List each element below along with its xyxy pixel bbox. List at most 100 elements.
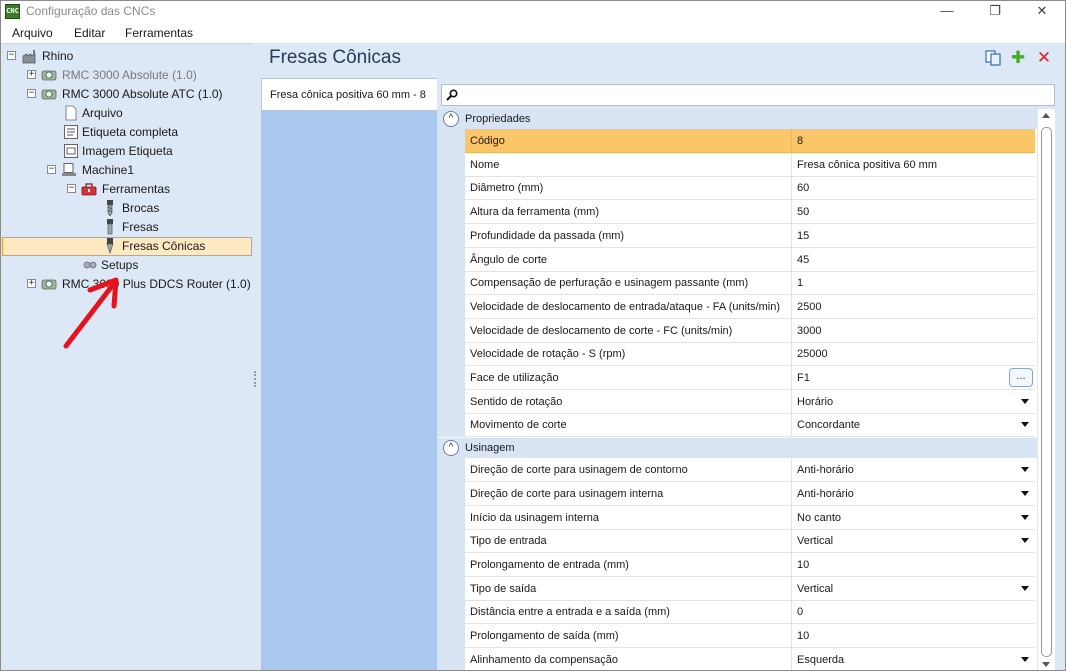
tree-label: Fresas (122, 220, 159, 234)
property-value[interactable]: Concordante (792, 413, 1035, 438)
property-row[interactable]: Profundidade da passada (mm) 15 (437, 223, 1037, 248)
property-value[interactable]: 10 (792, 624, 1035, 648)
property-value[interactable]: 3000 (792, 319, 1035, 343)
property-value[interactable]: Fresa cônica positiva 60 mm (792, 153, 1035, 177)
property-row[interactable]: Direção de corte para usinagem de contor… (437, 458, 1037, 483)
property-row[interactable]: Início da usinagem interna No canto (437, 505, 1037, 530)
scroll-down-icon[interactable] (1042, 662, 1050, 667)
tree-node-fresas[interactable]: Fresas (102, 218, 242, 236)
search-box[interactable] (441, 84, 1055, 106)
property-value[interactable]: 10 (792, 553, 1035, 577)
tool-list-item[interactable]: Fresa cônica positiva 60 mm - 8 (261, 78, 437, 111)
property-value[interactable]: No canto (792, 506, 1035, 530)
property-row[interactable]: Velocidade de deslocamento de corte - FC… (437, 318, 1037, 343)
tree-node-machine1[interactable]: − Machine1 (47, 161, 247, 179)
collapse-icon[interactable]: − (27, 89, 36, 98)
property-value[interactable]: F1... (792, 366, 1035, 390)
property-row[interactable]: Alinhamento da compensação Esquerda (437, 647, 1037, 670)
collapse-icon[interactable]: − (67, 184, 76, 193)
property-row[interactable]: Tipo de saída Vertical (437, 576, 1037, 601)
property-row[interactable]: Movimento de corte Concordante (437, 413, 1037, 438)
menu-editar[interactable]: Editar (74, 26, 105, 40)
collapse-section-icon[interactable]: ^ (443, 440, 459, 457)
property-value[interactable]: 50 (792, 200, 1035, 225)
minimize-button[interactable]: — (924, 1, 970, 23)
property-row[interactable]: Face de utilização F1... (437, 366, 1037, 390)
property-value[interactable]: Anti-horário (792, 482, 1035, 506)
scroll-up-icon[interactable] (1042, 113, 1050, 118)
collapse-icon[interactable]: − (7, 51, 16, 60)
delete-icon[interactable]: ✕ (1035, 49, 1053, 67)
collapse-icon[interactable]: − (47, 165, 56, 174)
tree-node-ferramentas[interactable]: − Ferramentas (67, 180, 247, 198)
dropdown-arrow-icon[interactable] (1021, 490, 1029, 496)
section-header[interactable]: ^ Propriedades (437, 109, 1037, 129)
property-row[interactable]: Prolongamento de saída (mm) 10 (437, 624, 1037, 648)
tree-node-rmc-3000-absolute-atc[interactable]: − RMC 3000 Absolute ATC (1.0) (27, 85, 247, 103)
vertical-scrollbar[interactable] (1038, 109, 1055, 670)
row-gutter (437, 271, 465, 296)
dropdown-arrow-icon[interactable] (1021, 538, 1029, 544)
tree-node-rhino[interactable]: − Rhino (7, 47, 247, 65)
tree-label: Ferramentas (102, 182, 171, 196)
copy-icon[interactable] (984, 49, 1002, 67)
dropdown-arrow-icon[interactable] (1021, 656, 1029, 662)
property-value[interactable]: 0 (792, 600, 1035, 625)
property-value[interactable]: Vertical (792, 529, 1035, 554)
property-name: Compensação de perfuração e usinagem pas… (465, 271, 792, 296)
property-value[interactable]: 8 (792, 129, 1035, 153)
property-row[interactable]: Sentido de rotação Horário (437, 389, 1037, 414)
menu-ferramentas[interactable]: Ferramentas (125, 26, 193, 40)
property-row[interactable]: Compensação de perfuração e usinagem pas… (437, 271, 1037, 296)
property-value[interactable]: Horário (792, 390, 1035, 414)
property-row[interactable]: Tipo de entrada Vertical (437, 529, 1037, 554)
menu-arquivo[interactable]: Arquivo (12, 26, 53, 40)
tree-node-imagem-etiqueta[interactable]: Imagem Etiqueta (63, 142, 243, 160)
property-row[interactable]: Nome Fresa cônica positiva 60 mm (437, 152, 1037, 177)
splitter-grip[interactable] (254, 371, 256, 387)
property-row[interactable]: Velocidade de deslocamento de entrada/at… (437, 294, 1037, 319)
ellipsis-button[interactable]: ... (1009, 368, 1033, 387)
property-row[interactable]: Diâmetro (mm) 60 (437, 176, 1037, 201)
property-value[interactable]: 2500 (792, 295, 1035, 319)
property-value[interactable]: Anti-horário (792, 458, 1035, 483)
dropdown-arrow-icon[interactable] (1021, 467, 1029, 473)
property-row[interactable]: Código 8 (437, 129, 1037, 153)
tree-node-rmc-3000-absolute[interactable]: + RMC 3000 Absolute (1.0) (27, 66, 247, 84)
property-row[interactable]: Ângulo de corte 45 (437, 247, 1037, 272)
property-row[interactable]: Direção de corte para usinagem interna An… (437, 481, 1037, 506)
expand-icon[interactable]: + (27, 70, 36, 79)
property-row[interactable]: Altura da ferramenta (mm) 50 (437, 200, 1037, 225)
property-value[interactable]: Esquerda (792, 648, 1035, 670)
dropdown-arrow-icon[interactable] (1021, 422, 1029, 428)
property-value[interactable]: 45 (792, 248, 1035, 272)
dropdown-arrow-icon[interactable] (1021, 514, 1029, 520)
property-value-text: 1 (797, 277, 804, 290)
property-value[interactable]: 1 (792, 271, 1035, 296)
scrollbar-thumb[interactable] (1041, 127, 1052, 657)
dropdown-arrow-icon[interactable] (1021, 398, 1029, 404)
tree-node-etiqueta-completa[interactable]: Etiqueta completa (63, 123, 243, 141)
main-panel: Fresas Cônicas ✚ ✕ Fresa cônica positiva… (257, 43, 1065, 670)
section-header[interactable]: ^ Usinagem (437, 438, 1037, 459)
property-value[interactable]: 15 (792, 224, 1035, 248)
tool-list-item-label: Fresa cônica positiva 60 mm - 8 (270, 89, 426, 101)
tree-node-brocas[interactable]: Brocas (102, 199, 242, 217)
tree-label: RMC 3000 Absolute (1.0) (62, 68, 197, 82)
property-value[interactable]: 25000 (792, 342, 1035, 367)
property-row[interactable]: Velocidade de rotação - S (rpm) 25000 (437, 342, 1037, 367)
property-name: Tipo de saída (465, 576, 792, 601)
collapse-section-icon[interactable]: ^ (443, 111, 459, 127)
tree-node-fresas-conicas[interactable]: Fresas Cônicas (102, 237, 242, 255)
property-value[interactable]: 60 (792, 176, 1035, 201)
property-value[interactable]: Vertical (792, 577, 1035, 601)
close-window-button[interactable]: ✕ (1019, 1, 1065, 23)
property-name: Profundidade da passada (mm) (465, 223, 792, 248)
maximize-button[interactable]: ❐ (972, 1, 1018, 23)
tree-node-arquivo[interactable]: Arquivo (63, 104, 243, 122)
property-row[interactable]: Prolongamento de entrada (mm) 10 (437, 552, 1037, 577)
expand-icon[interactable]: + (27, 279, 36, 288)
add-icon[interactable]: ✚ (1009, 49, 1027, 67)
property-row[interactable]: Distância entre a entrada e a saída (mm)… (437, 600, 1037, 625)
dropdown-arrow-icon[interactable] (1021, 585, 1029, 591)
